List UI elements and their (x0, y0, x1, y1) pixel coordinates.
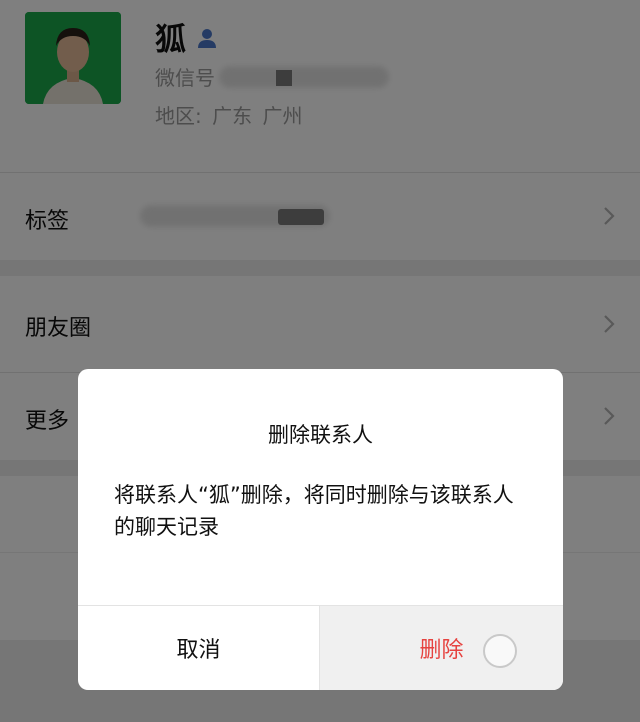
cancel-button-label: 取消 (176, 638, 221, 663)
touch-indicator-icon (483, 634, 517, 668)
delete-button[interactable]: 删除 (320, 606, 563, 690)
dialog-title: 删除联系人 (268, 423, 373, 447)
delete-button-label: 删除 (419, 638, 464, 663)
delete-contact-dialog: 删除联系人 将联系人“狐”删除，将同时删除与该联系人的聊天记录 取消 删除 (78, 369, 563, 690)
dialog-message: 将联系人“狐”删除，将同时删除与该联系人的聊天记录 (114, 483, 514, 539)
cancel-button[interactable]: 取消 (78, 606, 320, 690)
